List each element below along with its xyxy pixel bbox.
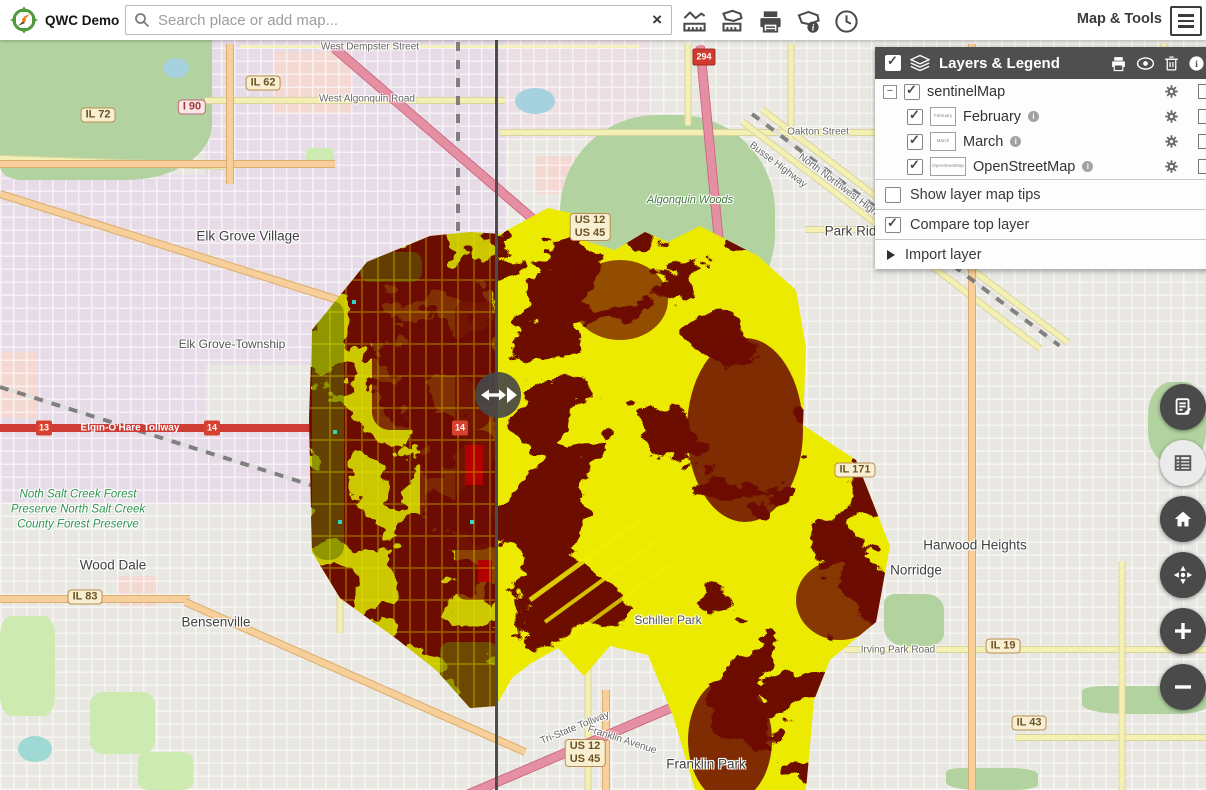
measure-tool-icon[interactable]	[718, 7, 746, 35]
option-row[interactable]: Show layer map tips	[875, 179, 1206, 209]
menu-icon[interactable]	[1170, 6, 1202, 36]
app-toolbar: QWC Demo × i Map & Tools	[0, 0, 1206, 40]
layer-checkbox[interactable]	[904, 84, 920, 100]
layer-settings-icon[interactable]	[1164, 84, 1179, 99]
layers-panel: Layers & Legend i − sentinelMap February…	[875, 47, 1206, 269]
sublayer-list: February February i March March i OpenSt…	[875, 104, 1206, 179]
clipped-icon[interactable]	[1198, 159, 1206, 174]
layer-settings-icon[interactable]	[1164, 134, 1179, 149]
layers-icon	[910, 54, 930, 72]
layer-checkbox[interactable]	[907, 159, 923, 175]
clipped-icon[interactable]	[1198, 134, 1206, 149]
print-icon[interactable]	[756, 7, 784, 35]
panel-checkbox[interactable]	[885, 55, 901, 71]
layer-row[interactable]: February February i	[875, 104, 1206, 129]
option-label: Show layer map tips	[910, 187, 1041, 203]
timemanager-icon[interactable]	[832, 7, 860, 35]
layer-checkbox[interactable]	[907, 109, 923, 125]
layer-info-icon[interactable]: i	[1082, 161, 1093, 172]
layer-row-root[interactable]: − sentinelMap	[875, 79, 1206, 104]
layers-panel-header: Layers & Legend i	[875, 47, 1206, 79]
layer-checkbox[interactable]	[907, 134, 923, 150]
import-layer-row[interactable]: Import layer	[875, 239, 1206, 269]
qwc-application: Elk Grove VillageElk Grove-TownshipWood …	[0, 0, 1206, 790]
trash-icon[interactable]	[1164, 55, 1179, 72]
layer-row[interactable]: OpenStreetMap OpenStreetMap i	[875, 154, 1206, 179]
compass-logo-icon	[10, 6, 38, 34]
option-label: Compare top layer	[910, 217, 1029, 233]
app-logo: QWC Demo	[10, 6, 119, 34]
layer-info-icon[interactable]: i	[1028, 111, 1039, 122]
report-tool-button[interactable]	[1160, 384, 1206, 430]
option-checkbox[interactable]	[885, 217, 901, 233]
attribute-table-button[interactable]	[1160, 440, 1206, 486]
layer-row[interactable]: March March i	[875, 129, 1206, 154]
search-bar: ×	[125, 5, 672, 35]
layer-thumbnail: March	[930, 132, 956, 151]
compare-slider-handle[interactable]	[475, 372, 521, 418]
layer-info-icon[interactable]: i	[1010, 136, 1021, 147]
layer-settings-icon[interactable]	[1164, 109, 1179, 124]
info-icon[interactable]: i	[1188, 55, 1205, 72]
layer-label[interactable]: sentinelMap	[927, 84, 1005, 100]
layer-settings-icon[interactable]	[1164, 159, 1179, 174]
panel-options: Show layer map tips Compare top layer	[875, 179, 1206, 239]
map-and-tools-label[interactable]: Map & Tools	[1077, 11, 1162, 27]
clipped-icon[interactable]	[1198, 84, 1206, 99]
zoom-in-button[interactable]	[1160, 608, 1206, 654]
expand-arrow-icon	[887, 250, 895, 260]
layer-thumbnail: OpenStreetMap	[930, 157, 966, 176]
layer-label[interactable]: March	[963, 134, 1003, 150]
identify-region-icon[interactable]: i	[794, 7, 822, 35]
import-layer-label: Import layer	[905, 247, 982, 263]
clipped-icon[interactable]	[1198, 109, 1206, 124]
visibility-eye-icon[interactable]	[1136, 56, 1155, 71]
profile-tool-icon[interactable]	[680, 7, 708, 35]
print-legend-icon[interactable]	[1110, 55, 1127, 72]
clear-search-icon[interactable]: ×	[643, 7, 671, 33]
search-input[interactable]	[156, 11, 643, 30]
layer-thumbnail: February	[930, 107, 956, 126]
search-icon	[134, 12, 150, 28]
layer-label[interactable]: February	[963, 109, 1021, 125]
layers-panel-body: − sentinelMap February February i March …	[875, 79, 1206, 269]
svg-text:i: i	[1195, 59, 1198, 70]
option-checkbox[interactable]	[885, 187, 901, 203]
collapse-icon[interactable]: −	[883, 85, 897, 99]
option-row[interactable]: Compare top layer	[875, 209, 1206, 239]
app-title: QWC Demo	[45, 13, 119, 28]
zoom-out-button[interactable]	[1160, 664, 1206, 710]
home-button[interactable]	[1160, 496, 1206, 542]
layer-label[interactable]: OpenStreetMap	[973, 159, 1075, 175]
left-right-arrow-icon	[475, 372, 521, 418]
panel-title: Layers & Legend	[939, 55, 1060, 72]
locate-button[interactable]	[1160, 552, 1206, 598]
